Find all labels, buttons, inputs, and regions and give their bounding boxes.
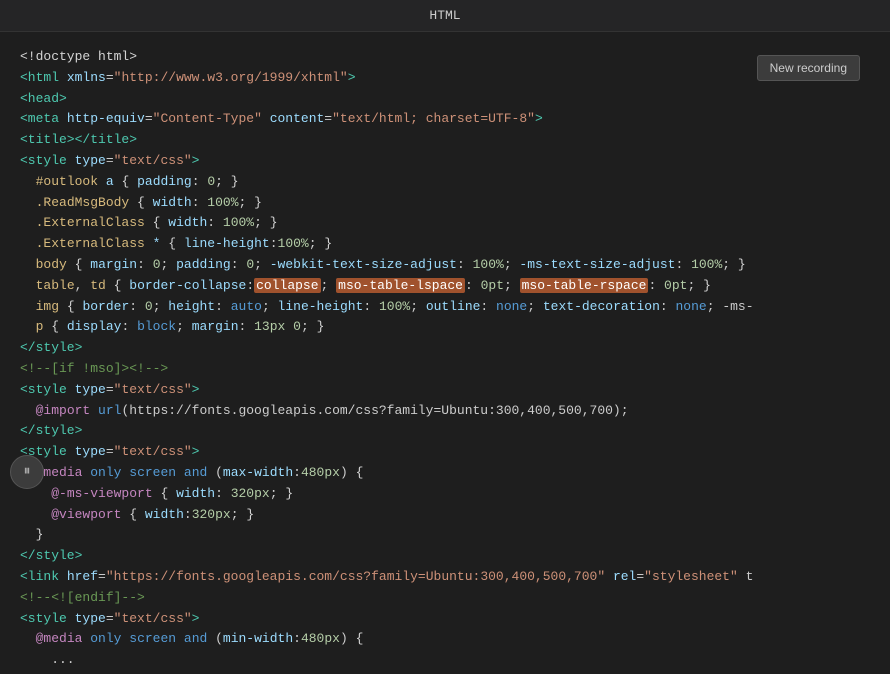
code-line-16: <!--[if !mso]><!--> <box>20 359 870 380</box>
code-line-30: ... <box>20 650 870 670</box>
top-bar: HTML <box>0 0 890 32</box>
code-line-5: <title></title> <box>20 130 870 151</box>
play-button[interactable]: ⏸ <box>10 455 44 489</box>
code-line-13: img { border: 0; height: auto; line-heig… <box>20 297 870 318</box>
code-line-24: } <box>20 525 870 546</box>
code-line-26: <link href="https://fonts.googleapis.com… <box>20 567 870 588</box>
code-line-12: table, td { border-collapse:collapse; ms… <box>20 276 870 297</box>
code-line-27: <!--<![endif]--> <box>20 588 870 609</box>
play-icon: ⏸ <box>24 464 31 480</box>
code-line-7: #outlook a { padding: 0; } <box>20 172 870 193</box>
code-line-18: @import url(https://fonts.googleapis.com… <box>20 401 870 422</box>
code-line-19: </style> <box>20 421 870 442</box>
code-line-11: body { margin: 0; padding: 0; -webkit-te… <box>20 255 870 276</box>
code-line-3: <head> <box>20 89 870 110</box>
code-line-20: <style type="text/css"> <box>20 442 870 463</box>
code-line-28: <style type="text/css"> <box>20 609 870 630</box>
code-line-8: .ReadMsgBody { width: 100%; } <box>20 193 870 214</box>
code-line-15: </style> <box>20 338 870 359</box>
code-line-4: <meta http-equiv="Content-Type" content=… <box>20 109 870 130</box>
code-line-10: .ExternalClass * { line-height:100%; } <box>20 234 870 255</box>
code-line-6: <style type="text/css"> <box>20 151 870 172</box>
code-line-21: @media only screen and (max-width:480px)… <box>20 463 870 484</box>
code-line-22: @-ms-viewport { width: 320px; } <box>20 484 870 505</box>
code-line-2: <html xmlns="http://www.w3.org/1999/xhtm… <box>20 68 870 89</box>
code-line-1: <!doctype html> <box>20 47 870 68</box>
top-bar-title: HTML <box>429 8 460 23</box>
code-line-14: p { display: block; margin: 13px 0; } <box>20 317 870 338</box>
code-line-9: .ExternalClass { width: 100%; } <box>20 213 870 234</box>
code-line-25: </style> <box>20 546 870 567</box>
code-line-29: @media only screen and (min-width:480px)… <box>20 629 870 650</box>
code-line-23: @viewport { width:320px; } <box>20 505 870 526</box>
code-area: <!doctype html> <html xmlns="http://www.… <box>0 32 890 670</box>
code-line-17: <style type="text/css"> <box>20 380 870 401</box>
